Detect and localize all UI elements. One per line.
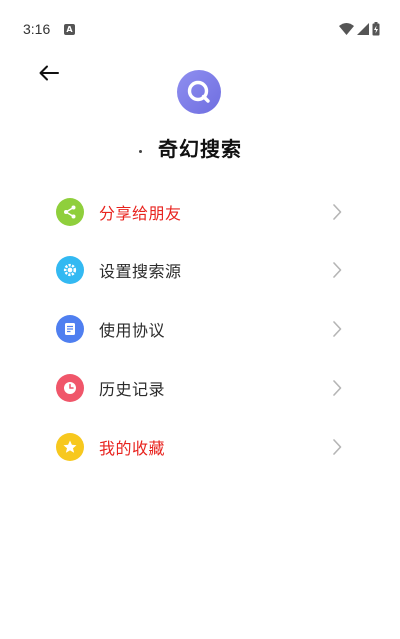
menu-item-label: 使用协议 <box>99 321 166 340</box>
chevron-right-icon <box>333 321 342 337</box>
menu-item-label: 我的收藏 <box>99 439 166 458</box>
menu-item-share[interactable]: 分享给朋友 <box>40 183 360 241</box>
document-icon <box>56 315 84 343</box>
menu-item-label: 设置搜索源 <box>99 262 182 281</box>
menu-item-label: 分享给朋友 <box>99 204 182 223</box>
status-icons <box>339 22 380 36</box>
arrow-left-icon <box>39 65 59 81</box>
chevron-right-icon <box>333 262 342 278</box>
status-bar: 3:16 A <box>0 0 400 60</box>
menu-item-search-source[interactable]: 设置搜索源 <box>40 241 360 299</box>
clock-icon <box>56 374 84 402</box>
menu-item-label: 历史记录 <box>99 380 166 399</box>
chevron-right-icon <box>333 439 342 455</box>
battery-icon <box>372 22 380 36</box>
gear-icon <box>56 256 84 284</box>
star-icon <box>56 433 84 461</box>
signal-icon <box>357 23 369 35</box>
menu-item-favorites[interactable]: 我的收藏 <box>40 418 360 476</box>
app-logo <box>177 70 221 114</box>
search-icon <box>187 80 210 103</box>
screen: 3:16 A 奇幻搜索 分享给朋友 设置搜索源 使用协议 历史记录 我的收藏 <box>0 0 400 639</box>
chevron-right-icon <box>333 204 342 220</box>
status-time: 3:16 <box>23 21 51 37</box>
back-button[interactable] <box>36 62 62 84</box>
menu-item-user-agreement[interactable]: 使用协议 <box>40 300 360 358</box>
notification-icon: A <box>64 24 75 35</box>
chevron-right-icon <box>333 380 342 396</box>
page-title: 奇幻搜索 <box>158 137 242 161</box>
menu-item-history[interactable]: 历史记录 <box>40 359 360 417</box>
wifi-icon <box>339 23 354 35</box>
share-icon <box>56 198 84 226</box>
